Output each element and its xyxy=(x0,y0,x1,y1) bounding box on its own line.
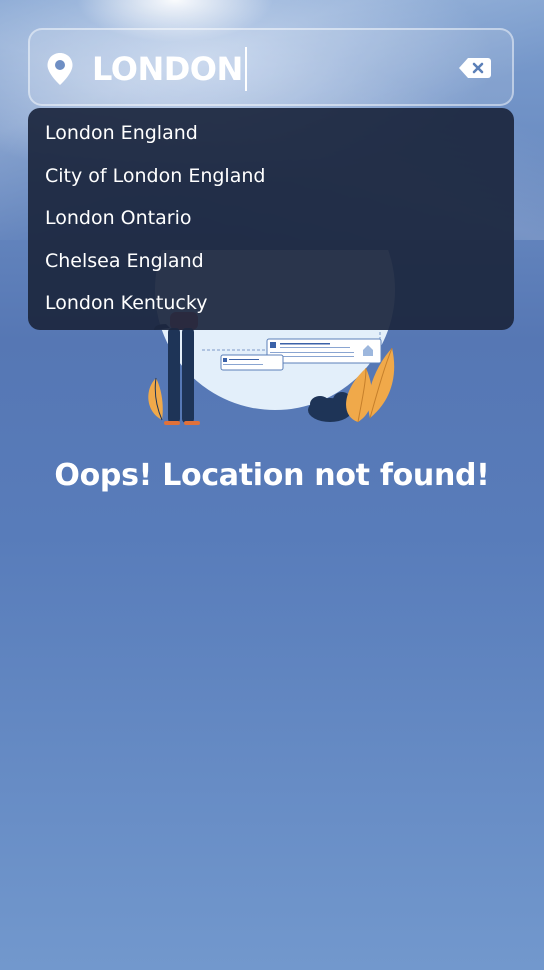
search-input-value: LONDON xyxy=(92,50,243,88)
suggestion-item[interactable]: London England xyxy=(28,112,514,155)
suggestions-dropdown: London England City of London England Lo… xyxy=(28,108,514,330)
suggestion-item[interactable]: Chelsea England xyxy=(28,240,514,283)
map-pin-icon xyxy=(47,53,73,85)
plant-left-icon xyxy=(148,377,163,421)
suggestion-item[interactable]: London Ontario xyxy=(28,197,514,240)
text-caret xyxy=(244,47,247,91)
backspace-clear-icon[interactable] xyxy=(458,56,492,80)
search-bar[interactable]: LONDON xyxy=(28,28,514,106)
document-card-icon xyxy=(266,338,382,364)
suggestion-item[interactable]: London Kentucky xyxy=(28,282,514,325)
document-card-small-icon xyxy=(220,354,284,371)
not-found-message: Oops! Location not found! xyxy=(54,458,490,493)
suggestion-item[interactable]: City of London England xyxy=(28,155,514,198)
search-input[interactable]: LONDON xyxy=(92,44,452,94)
